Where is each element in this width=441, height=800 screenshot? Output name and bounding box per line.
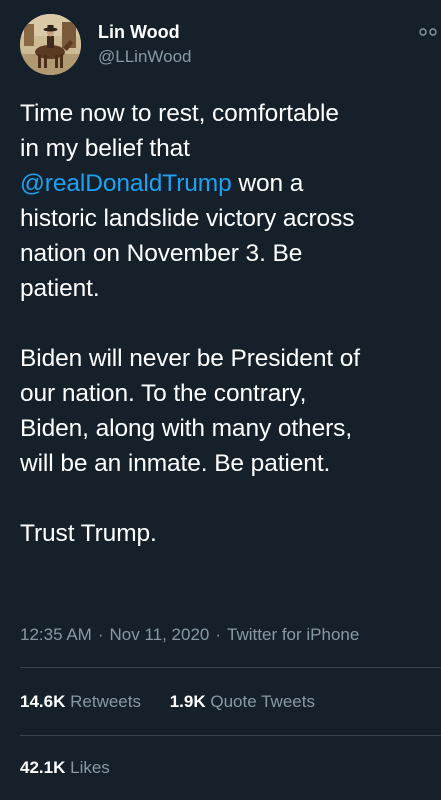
mention-link[interactable]: @realDonaldTrump bbox=[20, 170, 232, 197]
user-handle[interactable]: @LLinWood bbox=[98, 46, 192, 68]
tweet-line: nation on November 3. Be bbox=[20, 236, 441, 271]
quote-tweets-count: 1.9K bbox=[169, 692, 206, 711]
tweet-text-span: nation on November 3. Be bbox=[20, 240, 303, 267]
tweet-line: our nation. To the contrary, bbox=[20, 376, 441, 411]
avatar-image bbox=[20, 14, 81, 75]
tweet-line: in my belief that bbox=[20, 131, 441, 166]
tweet-line: @realDonaldTrump won a bbox=[20, 166, 441, 201]
quote-tweets-label: Quote Tweets bbox=[210, 692, 315, 711]
tweet-text-span: Time now to rest, comfortable bbox=[20, 100, 339, 127]
tweet-header: Lin Wood @LLinWood bbox=[20, 14, 441, 76]
display-name[interactable]: Lin Wood bbox=[98, 21, 192, 43]
retweets-label: Retweets bbox=[70, 692, 141, 711]
tweet-line: Trust Trump. bbox=[20, 516, 441, 551]
meta-separator: · bbox=[97, 625, 104, 644]
tweet-text-span: won a bbox=[231, 170, 304, 197]
tweet-text-span: patient. bbox=[20, 275, 100, 302]
meta-separator: · bbox=[215, 625, 222, 644]
tweet-line: Time now to rest, comfortable bbox=[20, 96, 441, 131]
engagement-stats-row: 14.6K Retweets 1.9K Quote Tweets bbox=[20, 691, 339, 713]
quote-tweets-stat[interactable]: 1.9K Quote Tweets bbox=[170, 691, 315, 713]
tweet-time[interactable]: 12:35 AM bbox=[20, 625, 92, 644]
tweet-source[interactable]: Twitter for iPhone bbox=[227, 625, 359, 644]
user-names: Lin Wood @LLinWood bbox=[98, 21, 192, 68]
tweet-meta: 12:35 AM · Nov 11, 2020 · Twitter for iPhone bbox=[20, 624, 359, 646]
divider bbox=[20, 735, 441, 736]
likes-stats-row: 42.1K Likes bbox=[20, 757, 134, 779]
likes-count: 42.1K bbox=[20, 758, 66, 777]
tweet-text-span: Biden will never be President of bbox=[20, 345, 360, 372]
tweet-text-span: will be an inmate. Be patient. bbox=[20, 450, 331, 477]
tweet-line: Biden will never be President of bbox=[20, 341, 441, 376]
tweet-text-span: in my belief that bbox=[20, 135, 190, 162]
tweet-text: Time now to rest, comfortable in my belie… bbox=[20, 96, 441, 551]
avatar[interactable] bbox=[20, 14, 81, 75]
retweets-stat[interactable]: 14.6K Retweets bbox=[20, 691, 141, 713]
tweet-text-span: Biden, along with many others, bbox=[20, 415, 353, 442]
tweet-text-span: historic landslide victory across bbox=[20, 205, 355, 232]
retweets-count: 14.6K bbox=[20, 692, 66, 711]
likes-stat[interactable]: 42.1K Likes bbox=[20, 757, 110, 779]
tweet-text-span: Trust Trump. bbox=[20, 520, 157, 547]
tweet-date[interactable]: Nov 11, 2020 bbox=[110, 625, 210, 644]
tweet-line: historic landslide victory across bbox=[20, 201, 441, 236]
more-options-icon[interactable] bbox=[419, 28, 439, 36]
divider bbox=[20, 667, 441, 668]
tweet-line: patient. bbox=[20, 271, 441, 306]
tweet-text-span: our nation. To the contrary, bbox=[20, 380, 307, 407]
tweet-line: Biden, along with many others, bbox=[20, 411, 441, 446]
likes-label: Likes bbox=[70, 758, 110, 777]
tweet-line: will be an inmate. Be patient. bbox=[20, 446, 441, 481]
